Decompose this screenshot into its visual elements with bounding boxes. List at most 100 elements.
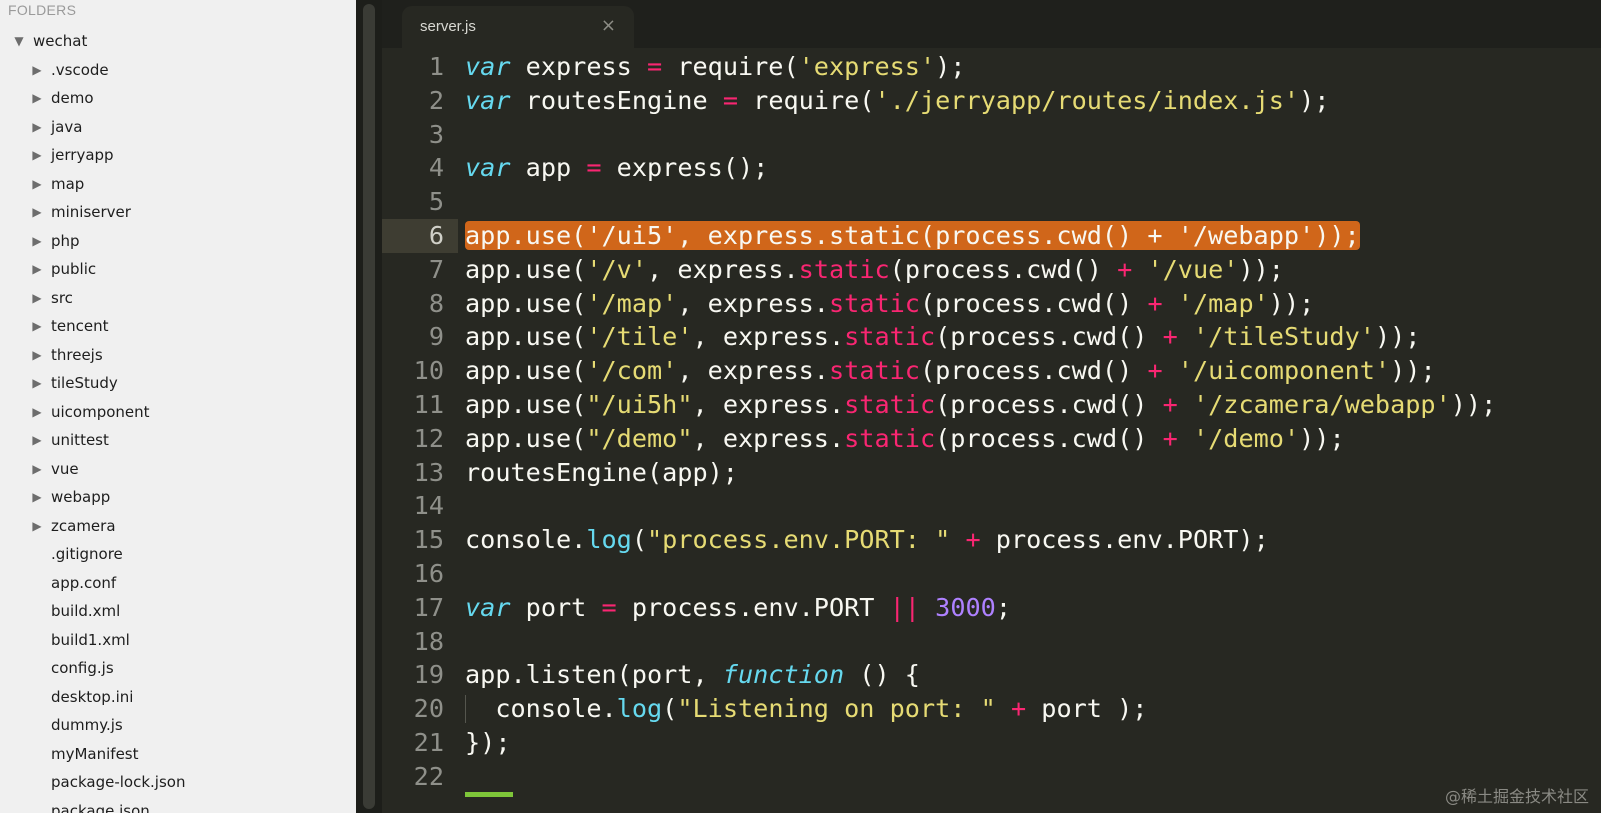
code-line[interactable]: 18	[382, 625, 1601, 659]
folder-item[interactable]: ▶ zcamera	[0, 512, 362, 541]
tree-item-label: config.js	[51, 659, 114, 678]
line-text: var routesEngine = require('./jerryapp/r…	[465, 84, 1329, 118]
folder-item[interactable]: ▶ miniserver	[0, 198, 362, 227]
code-line[interactable]: 10 app.use('/com', express.static(process…	[382, 354, 1601, 388]
caret-right-icon[interactable]: ▶	[30, 405, 44, 419]
file-item[interactable]: .gitignore	[0, 540, 362, 569]
folder-item[interactable]: ▶ tencent	[0, 312, 362, 341]
folder-item[interactable]: ▶ src	[0, 284, 362, 313]
code-line[interactable]: 15 console.log("process.env.PORT: " + pro…	[382, 523, 1601, 557]
code-line[interactable]: 3	[382, 118, 1601, 152]
code-line[interactable]: 6 app.use('/ui5', express.static(process.…	[382, 219, 1601, 253]
code-line[interactable]: 19 app.listen(port, function () {	[382, 658, 1601, 692]
folder-item[interactable]: ▶ .vscode	[0, 56, 362, 85]
line-number: 8	[428, 288, 444, 318]
code-line[interactable]: 1 var express = require('express');	[382, 50, 1601, 84]
folder-item[interactable]: ▶ tileStudy	[0, 369, 362, 398]
code-token: =	[586, 153, 602, 183]
code-line[interactable]: 16	[382, 557, 1601, 591]
code-token: () {	[844, 660, 920, 690]
close-icon[interactable]: ×	[601, 15, 616, 36]
folder-item[interactable]: ▶ demo	[0, 84, 362, 113]
file-item[interactable]: build1.xml	[0, 626, 362, 655]
code-line[interactable]: 14	[382, 489, 1601, 523]
file-item[interactable]: config.js	[0, 654, 362, 683]
caret-right-icon[interactable]: ▶	[30, 262, 44, 276]
file-item[interactable]: package-lock.json	[0, 768, 362, 797]
folder-item[interactable]: ▶ jerryapp	[0, 141, 362, 170]
caret-right-icon[interactable]: ▶	[30, 462, 44, 476]
folder-item[interactable]: ▶ webapp	[0, 483, 362, 512]
code-line[interactable]: 20 console.log("Listening on port: " + p…	[382, 692, 1601, 726]
tree-item-label: tencent	[51, 317, 109, 336]
code-line[interactable]: 2 var routesEngine = require('./jerryapp/…	[382, 84, 1601, 118]
tree-item-label: zcamera	[51, 516, 116, 535]
file-item[interactable]: desktop.ini	[0, 683, 362, 712]
tree-item-label: .gitignore	[51, 545, 123, 564]
folder-item[interactable]: ▶ uicomponent	[0, 398, 362, 427]
caret-right-icon[interactable]: ▶	[30, 234, 44, 248]
code-token: );	[1299, 85, 1330, 115]
caret-right-icon[interactable]: ▶	[30, 319, 44, 333]
folder-item[interactable]: ▶ map	[0, 170, 362, 199]
code-token: "Listening on port: "	[677, 694, 996, 724]
code-editor[interactable]: 1 var express = require('express'); 2 var r…	[382, 48, 1601, 813]
file-item[interactable]: app.conf	[0, 569, 362, 598]
caret-right-icon[interactable]: ▶	[30, 205, 44, 219]
scrollbar-thumb[interactable]	[363, 4, 375, 809]
sidebar-scrollbar[interactable]	[356, 0, 382, 813]
code-line[interactable]: 21});	[382, 726, 1601, 760]
code-token: +	[1162, 423, 1178, 453]
caret-right-icon[interactable]: ▶	[30, 348, 44, 362]
caret-right-icon[interactable]: ▶	[30, 177, 44, 191]
folder-item[interactable]: ▶ java	[0, 113, 362, 142]
code-line[interactable]: 8 app.use('/map', express.static(process.…	[382, 287, 1601, 321]
code-line[interactable]: 7 app.use('/v', express.static(process.cw…	[382, 253, 1601, 287]
code-token: require(	[737, 85, 875, 115]
code-line[interactable]: 9 app.use('/tile', express.static(process…	[382, 320, 1601, 354]
file-item[interactable]: myManifest	[0, 740, 362, 769]
code-token: '/v'	[586, 254, 647, 284]
code-line[interactable]: 11 app.use("/ui5h", express.static(proces…	[382, 388, 1601, 422]
code-line[interactable]: 22	[382, 760, 1601, 794]
tree-item-label: uicomponent	[51, 402, 150, 421]
file-item[interactable]: package.json	[0, 797, 362, 813]
caret-right-icon[interactable]: ▶	[30, 519, 44, 533]
code-token: '/zcamera/webapp'	[1192, 390, 1451, 419]
caret-right-icon[interactable]: ▶	[30, 490, 44, 504]
folders-header: FOLDERS	[8, 2, 77, 18]
folder-item[interactable]: ▼ wechat	[0, 27, 362, 56]
code-line[interactable]: 13 routesEngine(app);	[382, 456, 1601, 490]
line-text: app.use('/v', express.static(process.cwd…	[465, 253, 1284, 287]
code-token: +	[1162, 322, 1178, 352]
file-item[interactable]: build.xml	[0, 597, 362, 626]
caret-right-icon[interactable]: ▶	[30, 120, 44, 134]
caret-right-icon[interactable]: ▶	[30, 148, 44, 162]
caret-right-icon[interactable]: ▶	[30, 376, 44, 390]
code-token: ));	[1238, 254, 1284, 284]
folder-item[interactable]: ▶ public	[0, 255, 362, 284]
code-line[interactable]: 17 var port = process.env.PORT || 3000;	[382, 591, 1601, 625]
folder-item[interactable]: ▶ unittest	[0, 426, 362, 455]
file-item[interactable]: dummy.js	[0, 711, 362, 740]
indent-guide	[465, 695, 466, 724]
tree-item-label: map	[51, 174, 85, 193]
caret-right-icon[interactable]: ▶	[30, 433, 44, 447]
caret-down-icon[interactable]: ▼	[12, 34, 26, 48]
line-text: app.use('/tile', express.static(process.…	[465, 320, 1420, 354]
code-token: static	[828, 288, 920, 318]
tab-server-js[interactable]: server.js ×	[402, 6, 634, 48]
tree-item-label: tileStudy	[51, 374, 118, 393]
code-token: (process.cwd()	[935, 390, 1163, 419]
code-token: '/map'	[586, 288, 678, 318]
caret-right-icon[interactable]: ▶	[30, 63, 44, 77]
folder-item[interactable]: ▶ php	[0, 227, 362, 256]
caret-right-icon[interactable]: ▶	[30, 91, 44, 105]
folder-item[interactable]: ▶ vue	[0, 455, 362, 484]
code-line[interactable]: 5	[382, 185, 1601, 219]
folder-item[interactable]: ▶ threejs	[0, 341, 362, 370]
code-line[interactable]: 12 app.use("/demo", express.static(proces…	[382, 422, 1601, 456]
caret-right-icon[interactable]: ▶	[30, 291, 44, 305]
code-line[interactable]: 4 var app = express();	[382, 151, 1601, 185]
